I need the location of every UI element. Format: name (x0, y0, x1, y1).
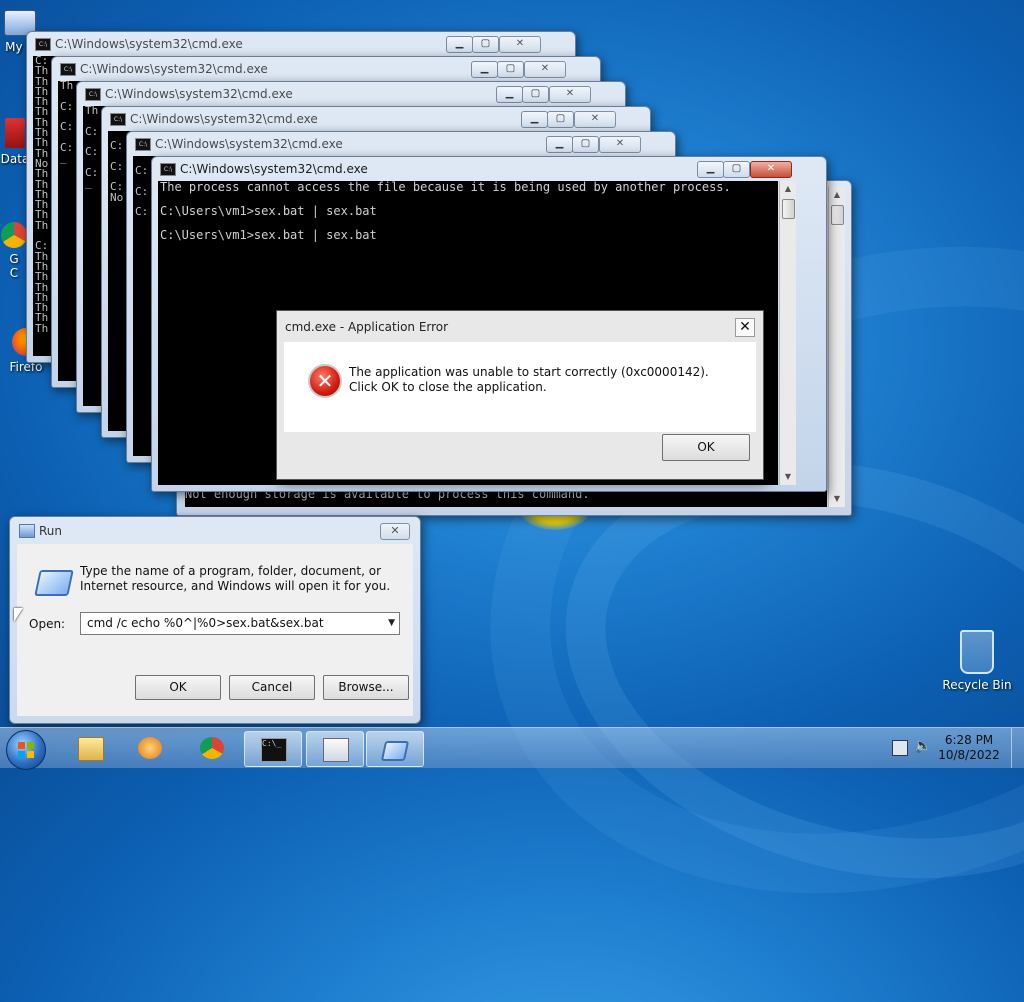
title-bar[interactable]: C:\ C:\Windows\system32\cmd.exe ▁ ▢ ✕ (52, 57, 600, 81)
taskbar-chrome[interactable] (184, 731, 240, 765)
application-error-dialog[interactable]: cmd.exe - Application Error ✕ ✕ The appl… (276, 310, 764, 480)
close-button[interactable]: ✕ (499, 36, 541, 53)
scroll-thumb[interactable] (831, 205, 844, 225)
clock[interactable]: 6:28 PM 10/8/2022 (934, 733, 1004, 763)
minimize-button[interactable]: ▁ (521, 111, 548, 128)
close-button[interactable]: ✕ (380, 523, 410, 540)
window-icon (323, 738, 349, 762)
run-dialog[interactable]: Run ✕ Type the name of a program, folder… (9, 516, 421, 724)
taskbar-cmd[interactable]: C:\_ (244, 731, 302, 767)
close-button[interactable]: ✕ (750, 161, 792, 178)
window-title: C:\Windows\system32\cmd.exe (155, 137, 343, 151)
start-button[interactable] (6, 730, 46, 770)
console-line: C:\Users\vm1>sex.bat | sex.bat (160, 204, 377, 218)
windows-flag-icon (18, 742, 34, 758)
minimize-button[interactable]: ▁ (496, 86, 523, 103)
volume-icon[interactable]: 🔈 (914, 738, 931, 754)
dialog-title: Run (39, 524, 63, 538)
close-button[interactable]: ✕ (524, 61, 566, 78)
window-title: C:\Windows\system32\cmd.exe (55, 37, 243, 51)
chrome-icon (1, 222, 27, 248)
scroll-up-icon[interactable]: ▲ (780, 181, 796, 197)
cmd-icon: C:\ (35, 38, 51, 51)
dialog-body: Type the name of a program, folder, docu… (17, 544, 413, 716)
scroll-thumb[interactable] (782, 199, 795, 219)
close-button[interactable]: ✕ (549, 86, 591, 103)
run-program-icon (34, 570, 74, 596)
cmd-icon: C:\ (60, 63, 76, 76)
close-button[interactable]: ✕ (574, 111, 616, 128)
time: 6:28 PM (944, 733, 994, 747)
minimize-button[interactable]: ▁ (546, 136, 573, 153)
console-scrollbar[interactable]: ▲ ▼ (828, 187, 845, 507)
error-message: The application was unable to start corr… (349, 365, 709, 394)
taskbar-media-player[interactable] (122, 731, 178, 765)
minimize-button[interactable]: ▁ (697, 161, 724, 178)
scroll-up-icon[interactable]: ▲ (829, 187, 845, 203)
maximize-button[interactable]: ▢ (497, 61, 524, 78)
minimize-button[interactable]: ▁ (446, 36, 473, 53)
minimize-button[interactable]: ▁ (471, 61, 498, 78)
console-line: The process cannot access the file becau… (160, 181, 731, 194)
title-bar[interactable]: C:\ C:\Windows\system32\cmd.exe ▁ ▢ ✕ (102, 107, 650, 131)
mouse-cursor-icon (14, 608, 23, 622)
desktop-icon-recycle-bin[interactable]: Recycle Bin (940, 630, 1014, 692)
console-scrollbar[interactable]: ▲▼ (779, 181, 796, 485)
run-icon (19, 524, 35, 538)
maximize-button[interactable]: ▢ (522, 86, 549, 103)
cmd-icon: C:\_ (261, 738, 287, 762)
network-icon[interactable] (892, 740, 908, 756)
date: 10/8/2022 (938, 748, 1000, 762)
title-bar[interactable]: C:\ C:\Windows\system32\cmd.exe ▁ ▢ ✕ (127, 132, 675, 156)
open-input[interactable]: cmd /c echo %0^|%0>sex.bat&sex.bat (87, 616, 324, 630)
title-bar[interactable]: C:\ C:\Windows\system32\cmd.exe ▁ ▢ ✕ (152, 157, 826, 181)
chrome-icon (200, 737, 224, 759)
maximize-button[interactable]: ▢ (572, 136, 599, 153)
title-bar[interactable]: C:\ C:\Windows\system32\cmd.exe ▁ ▢ ✕ (27, 32, 575, 56)
run-message: Type the name of a program, folder, docu… (80, 564, 391, 593)
close-button[interactable]: ✕ (599, 136, 641, 153)
maximize-button[interactable]: ▢ (547, 111, 574, 128)
console-line: C:\Users\vm1>sex.bat | sex.bat (160, 228, 377, 242)
taskbar: C:\_ 🔈 6:28 PM 10/8/2022 (0, 727, 1024, 770)
cmd-icon: C:\ (85, 88, 101, 101)
cmd-icon: C:\ (160, 163, 176, 176)
open-label: Open: (29, 617, 66, 631)
shortcut-icon (5, 118, 25, 148)
chevron-down-icon[interactable]: ▼ (388, 618, 395, 628)
window-title: C:\Windows\system32\cmd.exe (80, 62, 268, 76)
window-title: C:\Windows\system32\cmd.exe (180, 162, 368, 176)
maximize-button[interactable]: ▢ (723, 161, 750, 178)
cmd-icon: C:\ (135, 138, 151, 151)
dialog-title: cmd.exe - Application Error (285, 320, 449, 334)
desktop-icon-chrome[interactable]: G C (0, 222, 28, 280)
show-desktop-button[interactable] (1011, 728, 1024, 768)
close-button[interactable]: ✕ (735, 318, 755, 337)
dialog-body: ✕ The application was unable to start co… (284, 342, 756, 432)
taskbar-run[interactable] (366, 731, 424, 767)
taskbar-explorer[interactable] (62, 731, 118, 765)
run-program-icon (380, 741, 410, 761)
title-bar[interactable]: C:\ C:\Windows\system32\cmd.exe ▁ ▢ ✕ (77, 82, 625, 106)
window-title: C:\Windows\system32\cmd.exe (105, 87, 293, 101)
taskbar-app[interactable] (306, 731, 364, 767)
maximize-button[interactable]: ▢ (472, 36, 499, 53)
open-combobox[interactable]: cmd /c echo %0^|%0>sex.bat&sex.bat ▼ (80, 612, 400, 635)
ok-button[interactable]: OK (662, 434, 750, 461)
error-icon: ✕ (308, 364, 342, 398)
recycle-bin-icon (960, 630, 994, 674)
ok-button[interactable]: OK (135, 675, 221, 700)
cancel-button[interactable]: Cancel (229, 675, 315, 700)
scroll-down-icon[interactable]: ▼ (780, 469, 796, 485)
cmd-icon: C:\ (110, 113, 126, 126)
media-player-icon (138, 737, 162, 759)
browse-button[interactable]: Browse... (323, 675, 409, 700)
scroll-down-icon[interactable]: ▼ (829, 491, 845, 507)
window-title: C:\Windows\system32\cmd.exe (130, 112, 318, 126)
folder-icon (78, 737, 104, 761)
